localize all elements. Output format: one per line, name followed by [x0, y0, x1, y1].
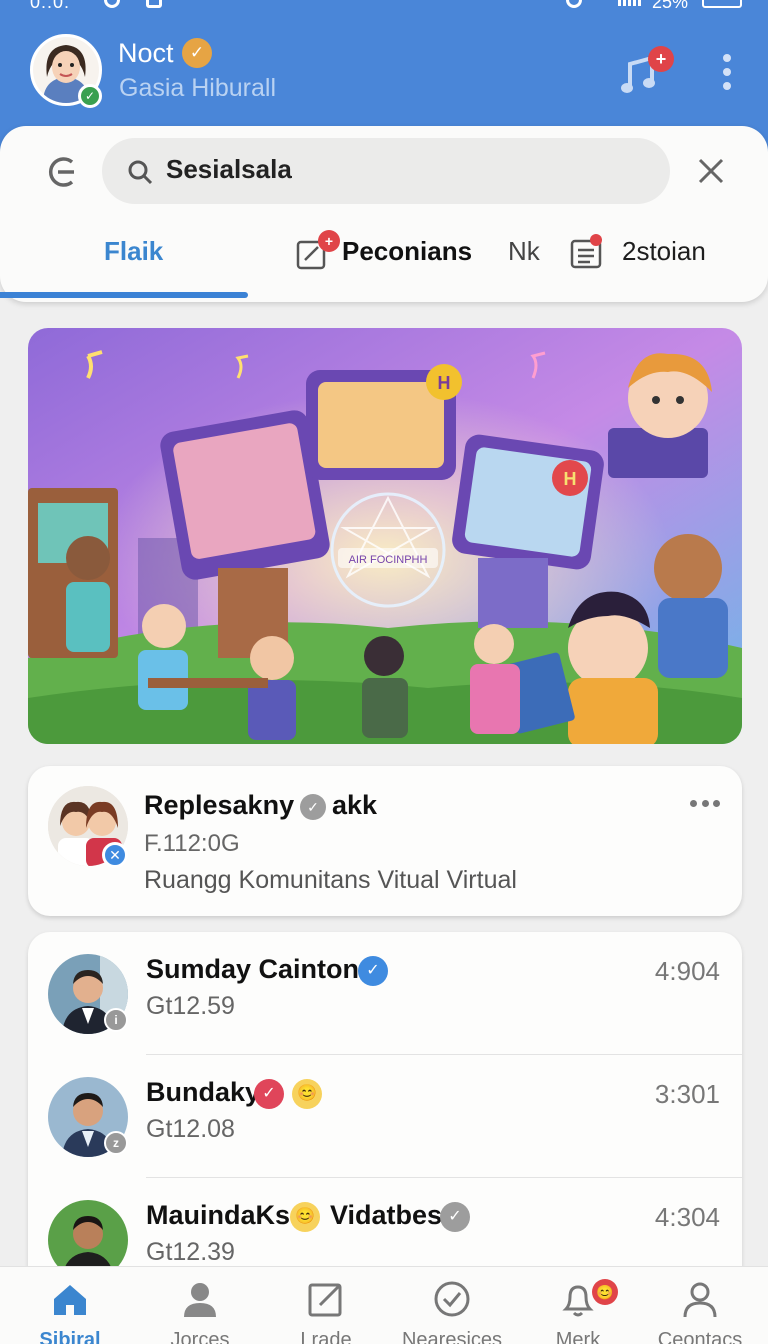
nav-label: Nearesices — [401, 1329, 503, 1344]
verified-icon: ✕ — [102, 842, 128, 868]
contact-name-suffix: Vidatbes — [330, 1200, 443, 1230]
tab-bar: Flaik + Peconians Nk 2stoian — [0, 222, 768, 302]
tab-indicator — [0, 292, 248, 298]
list-item[interactable]: i Sumday Cainton ✓ Gt12.59 4:904 — [28, 932, 742, 1055]
post-description: Ruangg Komunitans Vitual Virtual — [144, 866, 517, 894]
nav-item-ceontacs[interactable]: Ceontacs — [636, 1267, 764, 1344]
more-horiz-icon[interactable] — [690, 800, 720, 808]
edit-icon — [308, 1283, 342, 1317]
wifi-icon — [566, 0, 582, 8]
hero-card-letter-2: H — [564, 469, 577, 489]
hero-sign-text: AIR FOCINPHH — [349, 554, 428, 566]
tab-nk[interactable]: Nk — [508, 236, 540, 267]
post-title[interactable]: Replesakny — [144, 790, 294, 821]
tab-badge: + — [318, 230, 340, 252]
smile-emoji-icon: 😊 — [290, 1202, 320, 1232]
bell-icon — [562, 1285, 594, 1317]
close-icon[interactable] — [694, 154, 728, 188]
check-circle-icon — [434, 1281, 470, 1317]
nav-label: Ceontacs — [657, 1329, 743, 1344]
profile-name[interactable]: Noct — [118, 38, 174, 69]
profile-subtitle: Gasia Hiburall — [119, 74, 277, 102]
verified-badge-icon: ✓ — [254, 1079, 284, 1109]
home-icon — [54, 1285, 86, 1315]
nav-badge: 😊 — [592, 1279, 618, 1305]
profile-icon — [683, 1282, 717, 1318]
back-icon[interactable] — [44, 154, 80, 190]
bottom-navigation: Sibiral Jorces Lrade Nearesices 😊 Merk C… — [0, 1266, 768, 1344]
tab-2stoian[interactable]: 2stoian — [622, 236, 706, 267]
contact-subtitle: Gt12.08 — [146, 1115, 235, 1143]
verified-badge-icon: ✓ — [182, 38, 212, 68]
search-row: Sesialsala — [24, 126, 748, 214]
alarm-icon — [104, 0, 120, 8]
tab-peconians[interactable]: Peconians — [342, 236, 472, 267]
nav-item-jorces[interactable]: Jorces — [136, 1267, 264, 1344]
nav-label: Jorces — [170, 1329, 230, 1344]
hero-card-letter: H — [438, 373, 451, 393]
contact-name: MauindaKs — [146, 1200, 291, 1230]
smile-emoji-icon: 😊 — [292, 1079, 322, 1109]
verified-badge-icon: ✓ — [440, 1202, 470, 1232]
search-input[interactable]: Sesialsala — [102, 138, 670, 204]
status-time: 0:.0: — [30, 0, 71, 12]
tab-dot — [590, 234, 602, 246]
verified-badge-icon: ✓ — [300, 794, 326, 820]
tab-flaik[interactable]: Flaik — [104, 236, 163, 267]
signal-icon — [618, 0, 642, 6]
battery-icon — [702, 0, 742, 8]
more-vert-icon[interactable] — [722, 54, 732, 90]
post-timestamp: F.112:0G — [144, 830, 240, 857]
contact-time: 3:301 — [654, 1079, 720, 1109]
contact-subtitle: Gt12.39 — [146, 1238, 235, 1266]
nav-label: Lrade — [300, 1329, 352, 1344]
search-icon — [128, 160, 153, 185]
notification-badge[interactable]: + — [648, 46, 674, 72]
online-status-icon: ✓ — [78, 84, 102, 108]
nav-label: Merk — [555, 1329, 601, 1344]
person-icon — [184, 1283, 216, 1317]
nav-item-home[interactable]: Sibiral — [6, 1267, 134, 1344]
contact-name: Bundaky — [146, 1077, 261, 1107]
search-tabs-card: Sesialsala Flaik + Peconians Nk 2stoian — [0, 126, 768, 302]
status-dot: z — [104, 1131, 128, 1155]
nav-item-lrade[interactable]: Lrade — [262, 1267, 390, 1344]
status-dot: i — [104, 1008, 128, 1032]
notification-icon — [146, 0, 162, 8]
hero-banner[interactable]: AIR FOCINPHH H H — [28, 328, 742, 744]
virtual-community-illustration: AIR FOCINPHH H H — [28, 328, 742, 744]
verified-badge-icon: ✓ — [358, 956, 388, 986]
contact-time: 4:304 — [654, 1202, 720, 1232]
battery-percent: 25% — [652, 0, 689, 12]
nav-item-nearesices[interactable]: Nearesices — [388, 1267, 516, 1344]
contact-name: Sumday Cainton — [146, 954, 360, 984]
contact-subtitle: Gt12.59 — [146, 992, 235, 1020]
community-post-card[interactable]: ✕ Replesakny ✓ akk F.112:0G Ruangg Komun… — [28, 766, 742, 916]
search-value: Sesialsala — [166, 154, 292, 184]
nav-item-merk[interactable]: 😊 Merk — [514, 1267, 642, 1344]
nav-label: Sibiral — [39, 1329, 101, 1344]
post-title-suffix: akk — [332, 790, 378, 820]
list-item[interactable]: z Bundaky ✓ 😊 Gt12.08 3:301 — [28, 1055, 742, 1178]
status-bar: 0:.0: 25% — [0, 0, 768, 16]
contact-time: 4:904 — [654, 956, 720, 986]
